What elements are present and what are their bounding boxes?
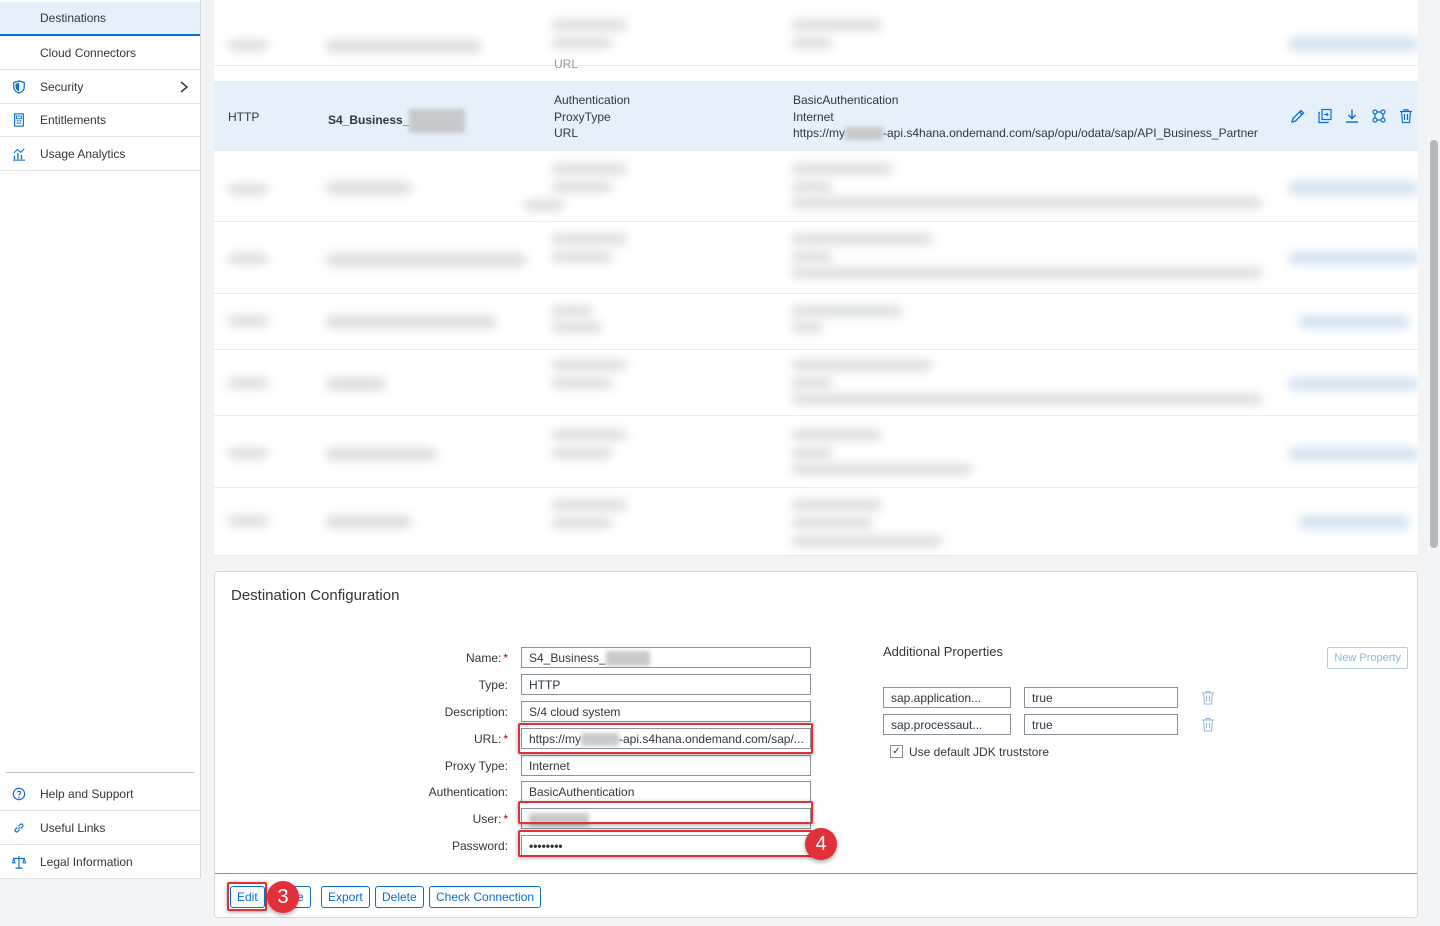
field-label: User: * xyxy=(472,812,508,826)
prop-key: Authentication xyxy=(554,93,631,107)
property-key-input[interactable]: sap.application... xyxy=(883,687,1011,708)
redacted-text xyxy=(845,127,884,141)
edit-icon[interactable] xyxy=(1290,108,1306,124)
step-badge-4: 4 xyxy=(805,828,837,860)
sidebar-item-cloud-connectors[interactable]: Cloud Connectors xyxy=(0,36,200,70)
sidebar-item-label: Legal Information xyxy=(40,854,133,869)
field-description: Description: S/4 cloud system xyxy=(215,701,835,723)
check-connection-button[interactable]: Check Connection xyxy=(429,886,542,908)
sidebar-item-usage-analytics[interactable]: Usage Analytics xyxy=(0,137,200,171)
table-row[interactable] xyxy=(214,416,1418,488)
sidebar-divider xyxy=(6,772,194,773)
redacted-text xyxy=(409,109,466,133)
sidebar-item-label: Destinations xyxy=(40,11,107,25)
download-icon[interactable] xyxy=(1344,108,1360,124)
prop-key-url: URL xyxy=(554,57,579,71)
footer-divider xyxy=(215,873,1417,874)
use-default-jdk-checkbox[interactable]: ✓ xyxy=(890,745,903,758)
help-icon xyxy=(12,787,26,801)
property-value-input[interactable]: true xyxy=(1024,687,1178,708)
use-default-jdk-label: Use default JDK truststore xyxy=(909,745,1050,759)
sidebar-item-label: Security xyxy=(40,79,84,94)
sidebar-item-entitlements[interactable]: Entitlements xyxy=(0,103,200,137)
sidebar-item-help-and-support[interactable]: Help and Support xyxy=(0,777,200,811)
destination-type: HTTP xyxy=(228,110,260,124)
field-label: Type: xyxy=(478,678,508,692)
chevron-right-icon xyxy=(180,81,189,93)
link-icon xyxy=(14,823,24,833)
table-row[interactable] xyxy=(214,350,1418,416)
password-highlight xyxy=(518,830,813,857)
table-row[interactable] xyxy=(214,152,1418,222)
table-row[interactable] xyxy=(214,222,1418,294)
description-input[interactable]: S/4 cloud system xyxy=(521,701,811,722)
field-label: Authentication: xyxy=(428,785,508,799)
delete-button[interactable]: Delete xyxy=(375,886,424,908)
sidebar-item-label: Entitlements xyxy=(40,112,107,127)
sidebar-item-label: Cloud Connectors xyxy=(40,45,137,60)
prop-value-url: https://my -api.s4hana.ondemand.com/sap/o… xyxy=(793,126,1258,141)
prop-key: ProxyType xyxy=(554,110,611,124)
authentication-select[interactable]: BasicAuthentication xyxy=(521,781,811,802)
field-label: Description: xyxy=(444,705,508,719)
step-badge-3: 3 xyxy=(267,881,299,913)
vertical-scrollbar[interactable] xyxy=(1430,140,1438,548)
property-key-input[interactable]: sap.processaut... xyxy=(883,714,1011,735)
field-label: Proxy Type: xyxy=(444,759,508,773)
sidebar-item-label: Useful Links xyxy=(40,820,106,835)
proxy-type-select[interactable]: Internet xyxy=(521,755,811,776)
check-connection-icon[interactable] xyxy=(1371,108,1387,124)
sidebar-item-label: Help and Support xyxy=(40,786,134,801)
table-row-selected[interactable]: HTTP S4_Business_ Authentication ProxyTy… xyxy=(214,81,1418,151)
shield-icon xyxy=(13,80,25,94)
destination-name: S4_Business_ xyxy=(328,109,466,133)
url-highlight xyxy=(518,723,813,754)
analytics-icon xyxy=(12,148,26,161)
field-authentication: Authentication: BasicAuthentication xyxy=(215,781,835,803)
prop-key: URL xyxy=(554,126,579,140)
field-label: URL: * xyxy=(473,732,508,746)
sidebar-item-useful-links[interactable]: Useful Links xyxy=(0,811,200,845)
scales-icon xyxy=(12,855,26,869)
clone-icon[interactable] xyxy=(1317,108,1333,124)
destination-configuration-panel: Destination Configuration Name: * S4_Busi… xyxy=(214,571,1418,918)
property-value-input[interactable]: true xyxy=(1024,714,1178,735)
name-input[interactable]: S4_Business_ xyxy=(521,647,811,668)
prop-value: BasicAuthentication xyxy=(793,93,899,107)
user-highlight xyxy=(518,801,813,824)
sidebar: Destinations Cloud Connectors Security E… xyxy=(0,0,201,879)
type-select[interactable]: HTTP xyxy=(521,674,811,695)
additional-properties-title: Additional Properties xyxy=(883,644,1003,659)
sidebar-item-label: Usage Analytics xyxy=(40,146,126,161)
sidebar-item-security[interactable]: Security xyxy=(0,70,200,104)
sidebar-item-legal-information[interactable]: Legal Information xyxy=(0,845,200,879)
config-title: Destination Configuration xyxy=(231,587,400,604)
field-name: Name: * S4_Business_ xyxy=(215,647,835,669)
field-type: Type: HTTP xyxy=(215,674,835,696)
field-label: Name: * xyxy=(465,651,508,665)
delete-property-icon[interactable] xyxy=(1201,690,1215,705)
field-proxy-type: Proxy Type: Internet xyxy=(215,755,835,777)
sidebar-item-destinations[interactable]: Destinations xyxy=(0,2,200,36)
prop-value: Internet xyxy=(793,110,834,124)
new-property-button[interactable]: New Property xyxy=(1327,647,1408,669)
redacted-text xyxy=(605,651,650,667)
delete-property-icon[interactable] xyxy=(1201,717,1215,732)
table-row[interactable]: URL xyxy=(214,0,1418,71)
table-row[interactable] xyxy=(214,488,1418,556)
edit-highlight xyxy=(227,882,267,911)
row-actions xyxy=(1290,108,1414,124)
field-label: Password: xyxy=(451,839,508,853)
destinations-table: URL HTTP S4_Business_ Authentication Pro… xyxy=(214,0,1418,556)
entitlements-icon xyxy=(14,113,24,127)
export-button[interactable]: Export xyxy=(321,886,370,908)
delete-icon[interactable] xyxy=(1398,108,1414,124)
table-row[interactable] xyxy=(214,294,1418,350)
